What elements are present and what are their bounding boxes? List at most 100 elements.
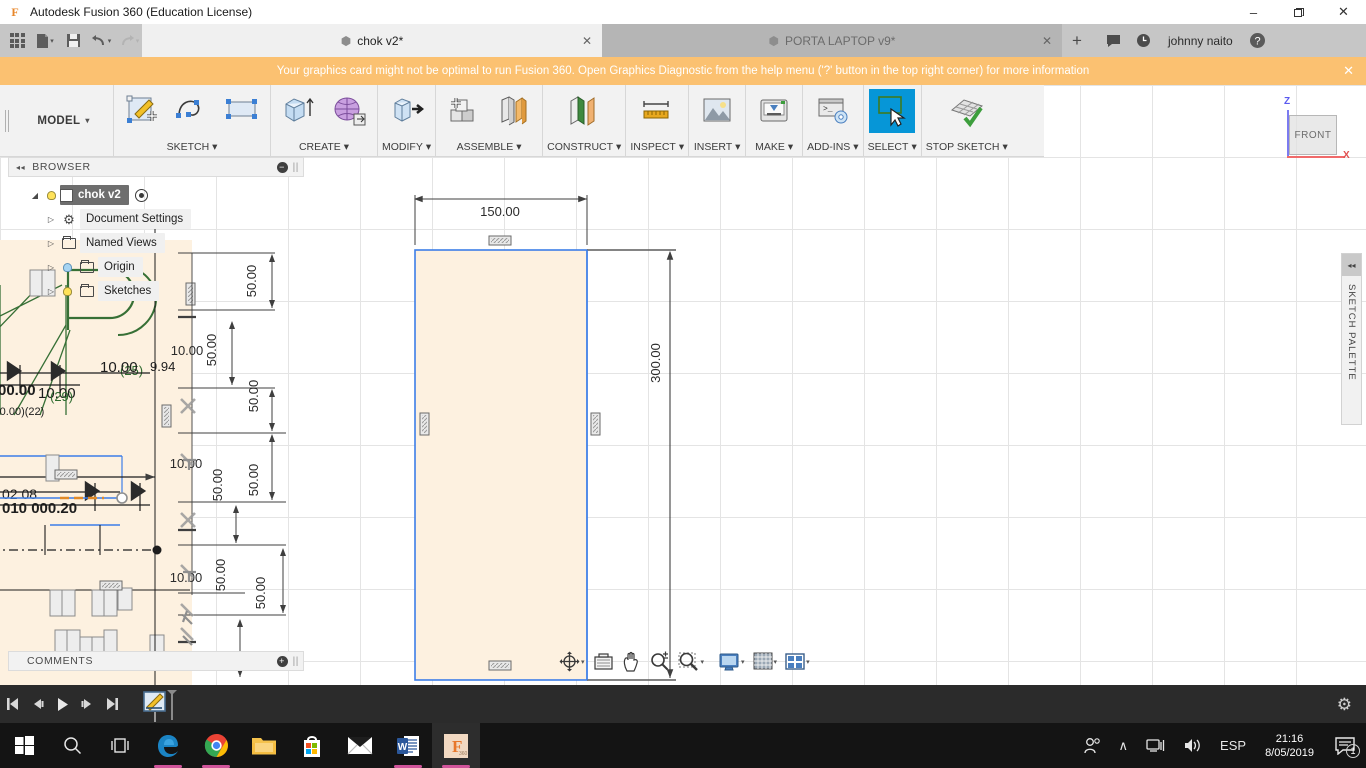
play-icon[interactable] [50,685,75,723]
ribbon-group-label-select[interactable]: SELECT ▾ [868,141,917,156]
addins-caret[interactable]: ▾ [853,141,858,153]
undo-caret[interactable]: ▾ [108,37,112,45]
browser-minus-icon[interactable]: − [276,161,288,173]
spline-icon[interactable] [168,89,216,133]
orbit-icon[interactable]: ▾ [555,648,589,675]
display-settings-caret[interactable]: ▾ [741,658,745,666]
redo-icon[interactable]: ▾ [116,27,142,55]
visibility-bulb-icon-3[interactable] [58,286,76,296]
user-name[interactable]: johnny naito [1160,34,1241,48]
mail-app[interactable] [336,723,384,768]
task-view-button[interactable] [96,723,144,768]
insert-image-icon[interactable] [693,89,741,133]
redo-caret[interactable]: ▾ [136,37,140,45]
comments-panel-header[interactable]: COMMENTS + || [8,651,304,671]
edge-app[interactable] [144,723,192,768]
fusion360-app[interactable]: F 360 [432,723,480,768]
new-document-caret[interactable]: ▾ [50,37,54,45]
comments-resize-grip[interactable]: || [293,656,299,667]
workspace-caret[interactable]: ▾ [85,116,89,125]
browser-item-origin[interactable]: ▷ Origin [8,255,304,279]
view-cube-face[interactable]: FRONT [1289,115,1337,155]
document-tab-close[interactable]: ✕ [582,34,592,48]
show-hidden-icons-chevron[interactable]: ∧ [1110,723,1138,768]
add-comment-icon[interactable]: + [276,655,288,667]
go-to-beginning-icon[interactable] [0,685,25,723]
extrude-icon[interactable] [275,89,323,133]
viewports-icon[interactable]: ▾ [781,648,814,675]
expand-arrow-icon-5[interactable]: ▷ [44,287,58,296]
make-caret[interactable]: ▾ [788,141,793,153]
comment-icon[interactable] [1100,28,1126,54]
ribbon-group-label-modify[interactable]: MODIFY ▾ [382,141,431,156]
timeline-settings-gear-icon[interactable]: ⚙ [1337,695,1352,715]
undo-icon[interactable]: ▾ [88,27,114,55]
expand-arrow-icon[interactable]: ◢ [28,191,42,200]
new-tab-button[interactable]: + [1062,24,1092,57]
close-button[interactable]: ✕ [1321,0,1366,24]
visibility-bulb-icon[interactable] [42,190,60,200]
visibility-bulb-icon-2[interactable] [58,262,76,272]
start-button[interactable] [0,723,48,768]
document-tab-close-2[interactable]: ✕ [1042,34,1052,48]
measure-icon[interactable] [633,89,681,133]
expand-arrow-icon-4[interactable]: ▷ [44,263,58,272]
step-back-icon[interactable] [25,685,50,723]
help-icon[interactable]: ? [1245,28,1271,54]
modify-caret[interactable]: ▾ [426,141,431,153]
banner-close-button[interactable]: ✕ [1343,63,1354,79]
new-document-icon[interactable]: ▾ [32,27,58,55]
clock[interactable]: 21:16 8/05/2019 [1255,732,1324,760]
notification-center-icon[interactable]: 1 [1324,723,1366,768]
viewports-caret[interactable]: ▾ [806,658,810,666]
network-icon[interactable] [1137,723,1174,768]
construct-caret[interactable]: ▾ [616,141,621,153]
grid-snaps-caret[interactable]: ▾ [774,658,778,666]
ribbon-group-label-stop-sketch[interactable]: STOP SKETCH ▾ [926,141,1008,156]
3d-print-icon[interactable] [750,89,798,133]
zoom-window-icon[interactable]: ▾ [674,648,709,675]
create-sketch-icon[interactable] [118,89,166,133]
workspace-switcher[interactable]: MODEL ▾ [14,85,114,156]
step-forward-icon[interactable] [75,685,100,723]
volume-icon[interactable] [1174,723,1211,768]
browser-item-chok-v2[interactable]: ◢ chok v2 [8,183,304,207]
browser-item-document-settings[interactable]: ▷ ⚙ Document Settings [8,207,304,231]
activate-component-radio[interactable] [134,188,148,202]
expand-arrow-icon-3[interactable]: ▷ [44,239,58,248]
form-icon[interactable] [325,89,373,133]
ribbon-group-label-inspect[interactable]: INSPECT ▾ [630,141,684,156]
scripts-addins-icon[interactable]: >_ [809,89,857,133]
new-component-icon[interactable] [440,89,488,133]
select-icon[interactable] [869,89,916,133]
clock-icon[interactable] [1130,28,1156,54]
rectangle-icon[interactable] [218,89,266,133]
browser-collapse-icon[interactable]: ◂◂ [9,163,32,172]
stop-sketch-icon[interactable] [943,89,991,133]
minimize-button[interactable]: – [1231,0,1276,24]
ribbon-grip[interactable] [0,85,14,156]
ribbon-group-label-insert[interactable]: INSERT ▾ [694,141,741,156]
document-tab-porta-laptop[interactable]: ⬢ PORTA LAPTOP v9* ✕ [602,24,1062,57]
app-grid-icon[interactable] [4,27,30,55]
insert-caret[interactable]: ▾ [735,141,740,153]
expand-arrow-icon-2[interactable]: ▷ [44,215,58,224]
file-explorer-app[interactable] [240,723,288,768]
ribbon-group-label-addins[interactable]: ADD-INS ▾ [807,141,858,156]
ribbon-group-label-construct[interactable]: CONSTRUCT ▾ [547,141,621,156]
microsoft-store-app[interactable] [288,723,336,768]
ribbon-group-label-assemble[interactable]: ASSEMBLE ▾ [457,141,522,156]
people-icon[interactable] [1075,723,1110,768]
search-button[interactable] [48,723,96,768]
inspect-caret[interactable]: ▾ [679,141,684,153]
display-settings-icon[interactable]: ▾ [714,648,749,675]
look-at-icon[interactable] [589,648,618,675]
ribbon-group-label-make[interactable]: MAKE ▾ [755,141,793,156]
assemble-caret[interactable]: ▾ [516,141,521,153]
language-indicator[interactable]: ESP [1211,723,1255,768]
document-tab-chok[interactable]: ⬢ chok v2* ✕ [142,24,602,57]
zoom-window-caret[interactable]: ▾ [701,658,705,666]
browser-resize-grip[interactable]: || [293,162,299,173]
select-caret[interactable]: ▾ [911,141,916,153]
sketch-caret[interactable]: ▾ [212,141,217,153]
